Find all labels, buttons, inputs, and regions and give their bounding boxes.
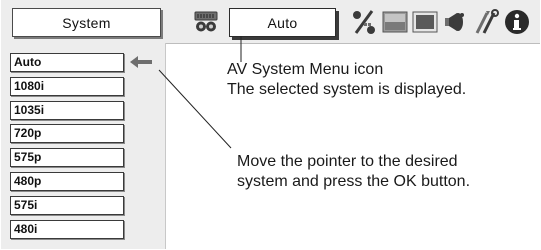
av-system-icon-callout: AV System Menu icon The selected system … [227,60,466,100]
callout-pointer-line1: Move the pointer to the desired [237,153,458,170]
pointer-callout: Move the pointer to the desired system a… [237,152,470,192]
callout-icon-line1: AV System Menu icon [227,61,384,78]
av-system-menu-screen: System Auto Auto 1080i 1035i 720p 575p 4… [1,0,540,249]
callout-leader-lines [158,36,242,149]
callout-icon-line2: The selected system is displayed. [227,81,467,98]
callout-pointer-line2: system and press the OK button. [237,173,471,190]
